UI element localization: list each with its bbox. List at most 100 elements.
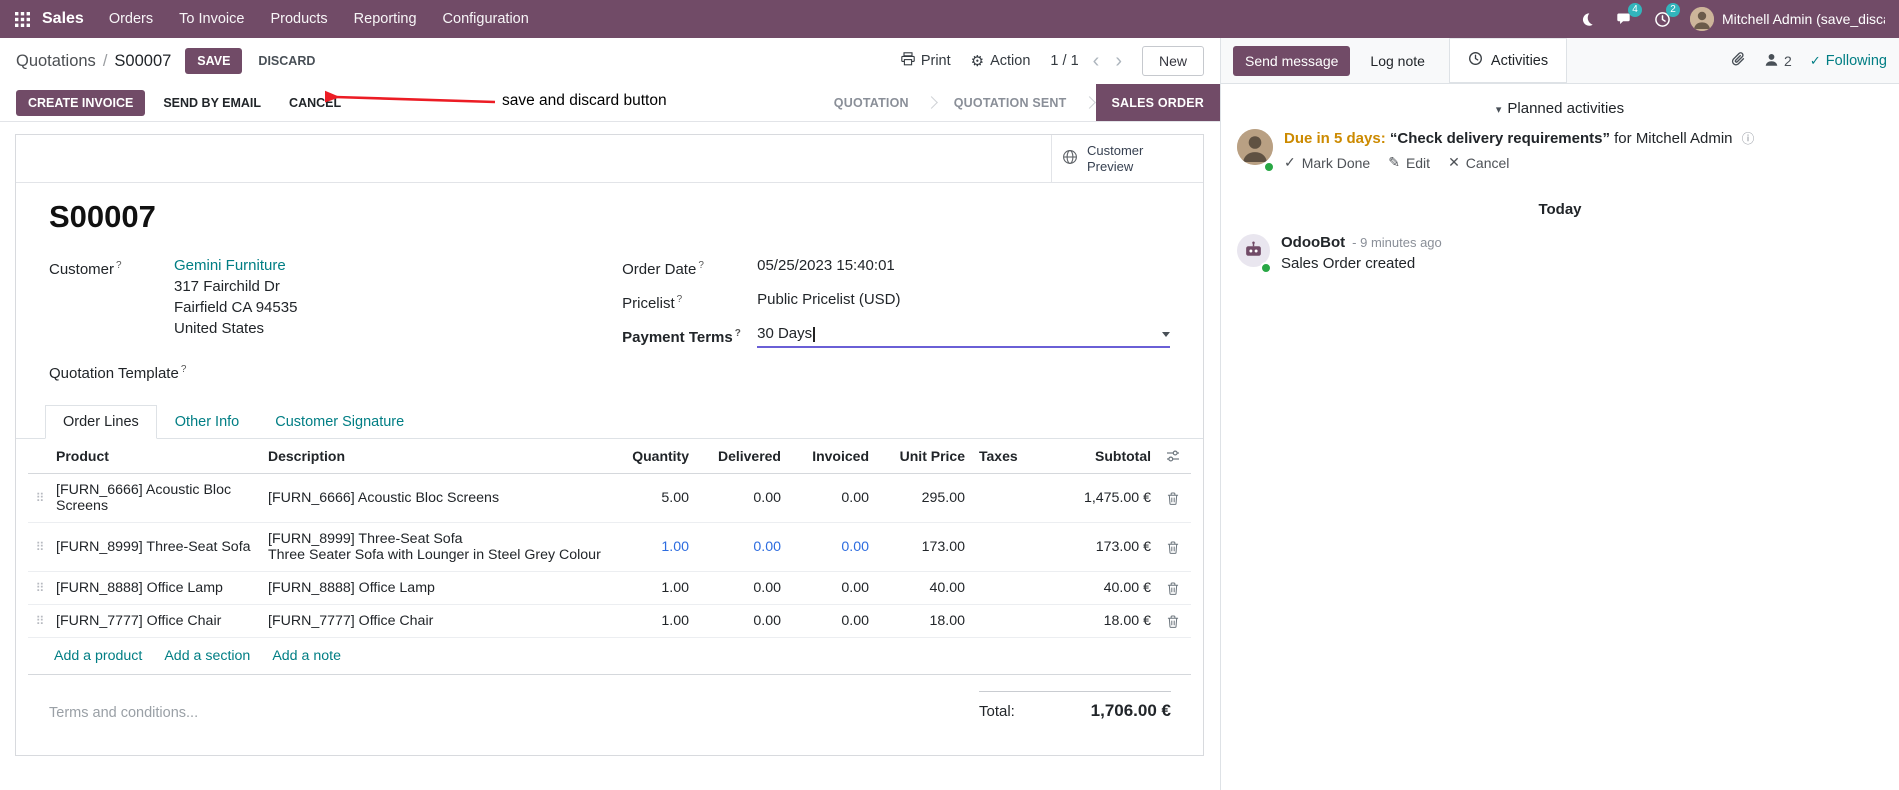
customer-address-line3: United States: [174, 320, 265, 337]
menu-products[interactable]: Products: [259, 4, 338, 34]
terms-placeholder[interactable]: Terms and conditions...: [49, 705, 198, 721]
customer-link[interactable]: Gemini Furniture: [174, 257, 286, 274]
log-note-button[interactable]: Log note: [1360, 46, 1435, 76]
cancel-button[interactable]: CANCEL: [279, 90, 351, 116]
table-row[interactable]: ⠿ [FURN_8999] Three-Seat Sofa [FURN_8999…: [28, 523, 1191, 572]
mark-done-button[interactable]: ✓ Mark Done: [1284, 154, 1370, 171]
col-quantity[interactable]: Quantity: [609, 439, 693, 473]
action-button[interactable]: ⚙ Action: [971, 52, 1031, 70]
info-icon[interactable]: ⓘ: [1742, 132, 1755, 146]
delete-row-icon[interactable]: [1155, 574, 1191, 603]
user-avatar: [1690, 7, 1714, 31]
pager-next-icon[interactable]: ›: [1115, 51, 1122, 71]
delete-row-icon[interactable]: [1155, 533, 1191, 562]
messages-icon[interactable]: 4: [1614, 3, 1642, 29]
edit-activity-button[interactable]: ✎ Edit: [1388, 154, 1430, 171]
fields-left-column: Customer? Gemini Furniture 317 Fairchild…: [49, 255, 586, 393]
send-message-button[interactable]: Send message: [1233, 45, 1351, 76]
followers-button[interactable]: 2: [1764, 52, 1792, 70]
drag-handle-icon[interactable]: ⠿: [28, 483, 52, 513]
pricelist-label: Pricelist?: [622, 294, 683, 312]
pager-previous-icon[interactable]: ‹: [1093, 51, 1100, 71]
pager-value: 1 / 1: [1050, 53, 1079, 69]
new-button[interactable]: New: [1141, 46, 1204, 76]
state-sales-order[interactable]: SALES ORDER: [1095, 84, 1220, 121]
col-description[interactable]: Description: [264, 439, 609, 473]
activities-clock-icon[interactable]: 2: [1652, 3, 1680, 29]
col-taxes[interactable]: Taxes: [969, 439, 1033, 473]
planned-activities-header[interactable]: ▾ Planned activities: [1221, 100, 1899, 117]
message-author[interactable]: OdooBot: [1281, 234, 1345, 251]
drag-handle-icon[interactable]: ⠿: [28, 532, 52, 562]
col-invoiced[interactable]: Invoiced: [785, 439, 873, 473]
payment-terms-input[interactable]: 30 Days: [757, 323, 1170, 348]
col-delivered[interactable]: Delivered: [693, 439, 785, 473]
delete-row-icon[interactable]: [1155, 484, 1191, 513]
totals-box: Total: 1,706.00 €: [979, 691, 1171, 721]
print-button[interactable]: Print: [901, 52, 951, 70]
order-date-label: Order Date?: [622, 260, 704, 278]
following-button[interactable]: ✓ Following: [1810, 53, 1887, 69]
payment-terms-value: 30 Days: [757, 325, 813, 342]
activity-avatar[interactable]: [1237, 129, 1273, 165]
state-quotation-sent[interactable]: QUOTATION SENT: [938, 84, 1083, 121]
apps-grid-icon[interactable]: [12, 9, 32, 29]
tab-customer-signature[interactable]: Customer Signature: [257, 405, 422, 439]
cancel-activity-button[interactable]: ✕ Cancel: [1448, 154, 1509, 171]
create-invoice-button[interactable]: CREATE INVOICE: [16, 89, 146, 116]
help-icon[interactable]: ?: [116, 260, 122, 271]
help-icon[interactable]: ?: [698, 260, 704, 271]
col-product[interactable]: Product: [52, 439, 264, 473]
drag-handle-icon[interactable]: ⠿: [28, 606, 52, 636]
today-divider: Today: [1538, 201, 1582, 218]
col-unit-price[interactable]: Unit Price: [873, 439, 969, 473]
order-date-field[interactable]: 05/25/2023 15:40:01: [757, 255, 1170, 277]
total-label: Total:: [979, 703, 1015, 720]
drag-handle-icon[interactable]: ⠿: [28, 573, 52, 603]
help-icon[interactable]: ?: [735, 328, 741, 339]
form-view: Customer Preview S00007 Customer? Gemini…: [0, 122, 1220, 790]
breadcrumb-quotations[interactable]: Quotations: [16, 52, 96, 71]
chevron-down-icon: ▾: [1495, 104, 1502, 116]
col-subtotal[interactable]: Subtotal: [1033, 439, 1155, 473]
discard-button[interactable]: DISCARD: [248, 48, 325, 74]
menu-reporting[interactable]: Reporting: [343, 4, 428, 34]
state-quotation[interactable]: QUOTATION: [818, 84, 925, 121]
add-note-link[interactable]: Add a note: [272, 648, 341, 664]
help-icon[interactable]: ?: [181, 364, 187, 375]
activity-assignee: for Mitchell Admin: [1614, 130, 1733, 147]
pricelist-field[interactable]: Public Pricelist (USD): [757, 289, 1170, 311]
annotation-text: save and discard button: [502, 92, 667, 109]
save-button[interactable]: SAVE: [185, 48, 243, 74]
table-header-row: Product Description Quantity Delivered I…: [28, 439, 1191, 474]
customer-preview-label: Customer Preview: [1087, 142, 1144, 174]
record-title: S00007: [49, 199, 156, 234]
add-product-link[interactable]: Add a product: [54, 648, 142, 664]
activities-tab[interactable]: Activities: [1448, 38, 1568, 83]
print-icon: [901, 52, 915, 70]
table-row[interactable]: ⠿ [FURN_6666] Acoustic Bloc Screens [FUR…: [28, 474, 1191, 523]
user-menu[interactable]: Mitchell Admin (save_discar: [1690, 7, 1885, 31]
table-row[interactable]: ⠿ [FURN_8888] Office Lamp [FURN_8888] Of…: [28, 572, 1191, 605]
send-by-email-button[interactable]: SEND BY EMAIL: [153, 90, 271, 116]
menu-orders[interactable]: Orders: [98, 4, 164, 34]
menu-to-invoice[interactable]: To Invoice: [168, 4, 255, 34]
dropdown-caret-icon[interactable]: [1162, 331, 1170, 337]
tab-order-lines[interactable]: Order Lines: [45, 405, 157, 439]
customer-preview-button[interactable]: Customer Preview: [1051, 135, 1203, 182]
total-value: 1,706.00 €: [1090, 701, 1171, 720]
activities-badge: 2: [1666, 3, 1680, 17]
add-section-link[interactable]: Add a section: [164, 648, 250, 664]
delete-row-icon[interactable]: [1155, 607, 1191, 636]
quotation-template-label: Quotation Template?: [49, 364, 187, 382]
attachments-button[interactable]: [1731, 51, 1746, 70]
app-name[interactable]: Sales: [42, 10, 84, 28]
following-label: Following: [1825, 52, 1887, 69]
menu-configuration[interactable]: Configuration: [432, 4, 540, 34]
table-row[interactable]: ⠿ [FURN_7777] Office Chair [FURN_7777] O…: [28, 605, 1191, 638]
optional-columns-icon[interactable]: [1155, 440, 1191, 472]
payment-terms-label: Payment Terms?: [622, 328, 741, 346]
dark-mode-moon-icon[interactable]: [1576, 9, 1596, 29]
tab-other-info[interactable]: Other Info: [157, 405, 257, 439]
help-icon[interactable]: ?: [677, 294, 683, 305]
